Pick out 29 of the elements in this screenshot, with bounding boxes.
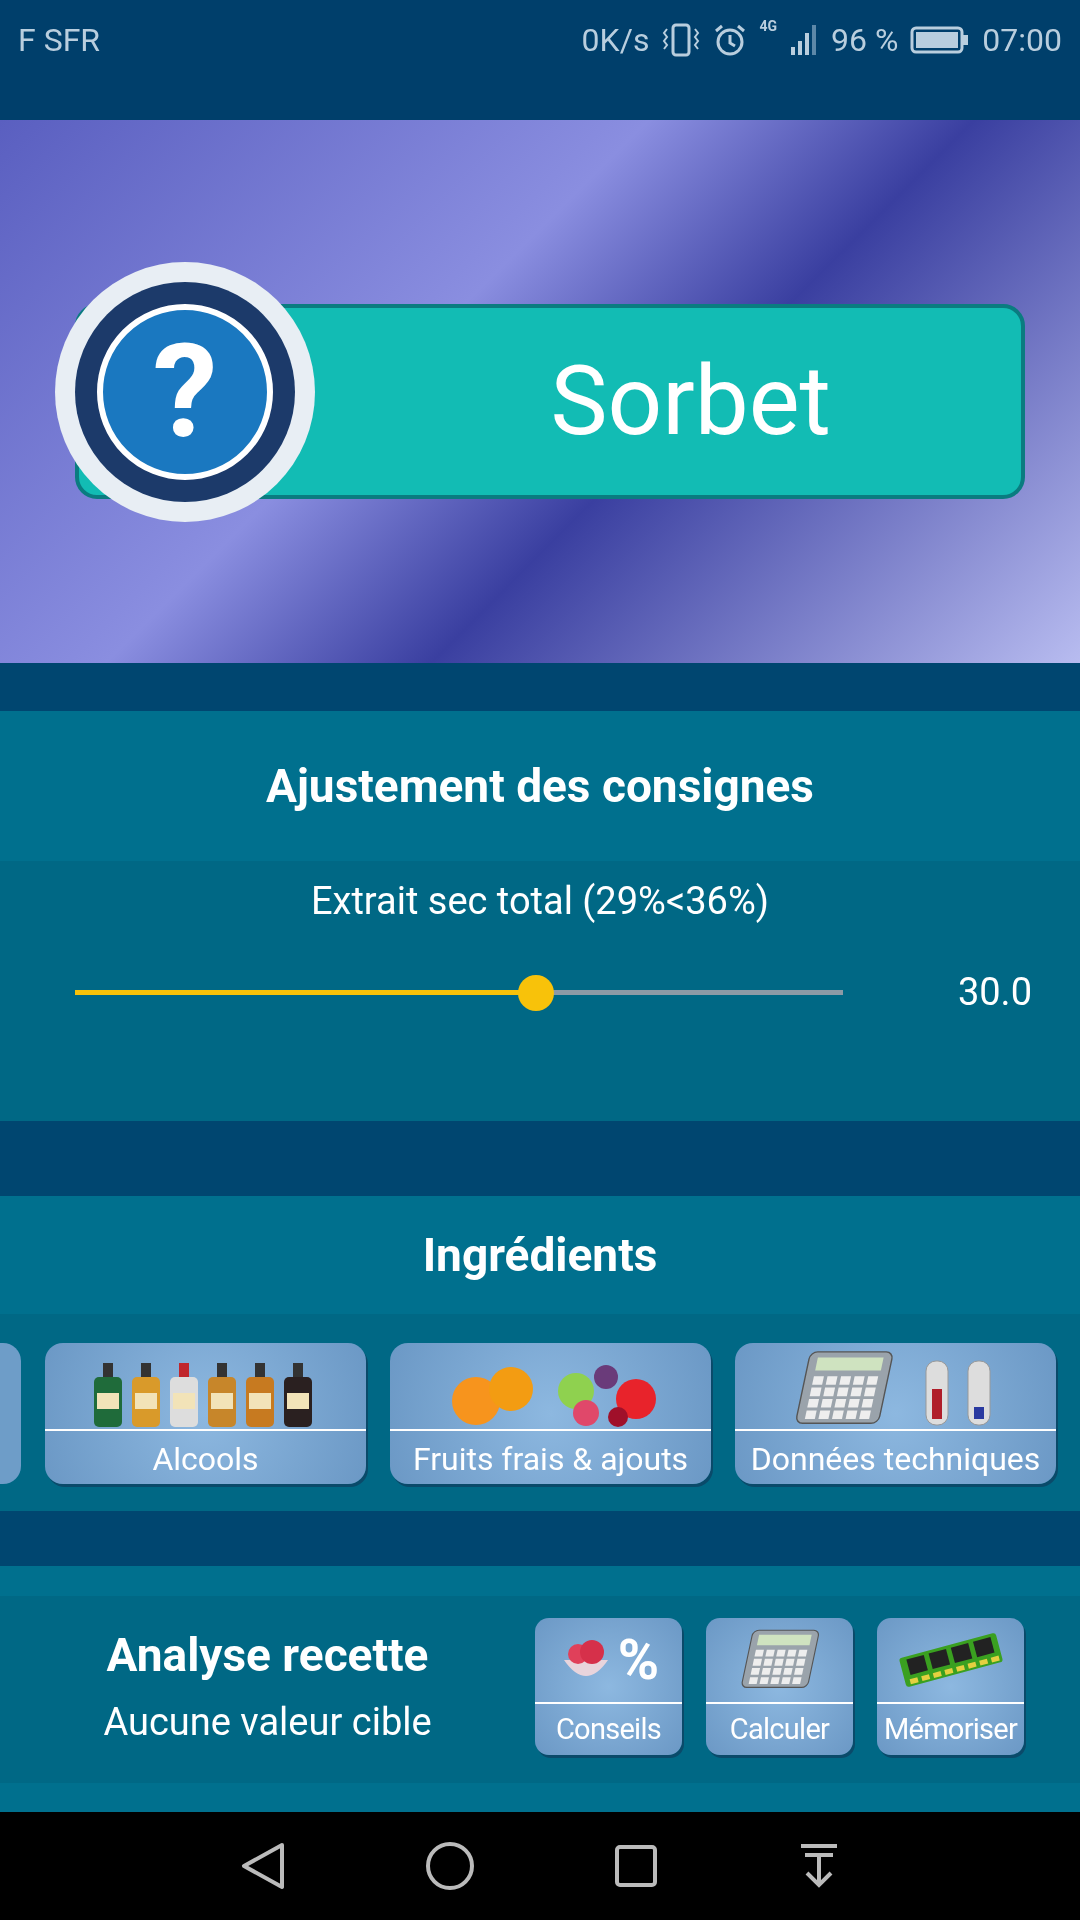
action-button[interactable]: Calculer <box>706 1617 853 1755</box>
vibrate-icon <box>661 23 702 57</box>
analysis-status: Aucune valeur cible <box>103 1699 432 1746</box>
slider-label: Extrait sec total (29%<36%) <box>311 878 769 925</box>
network-type: 4G <box>759 17 777 36</box>
battery-percent: 96 % <box>830 20 899 61</box>
recents-icon[interactable] <box>613 1844 658 1888</box>
action-button[interactable]: % Conseils <box>535 1617 682 1755</box>
battery-icon <box>910 25 971 55</box>
signal-icon <box>788 23 819 57</box>
network-speed: 0K/s <box>581 20 650 61</box>
back-icon[interactable] <box>239 1841 286 1891</box>
action-button[interactable]: Mémoriser <box>877 1617 1024 1755</box>
question-mark: ? <box>152 326 218 457</box>
clock-time: 07:00 <box>982 20 1062 61</box>
home-icon[interactable] <box>424 1841 475 1891</box>
category-tile[interactable]: Alcools <box>45 1343 366 1484</box>
analysis-title: Analyse recette <box>106 1627 429 1684</box>
slider-value: 30.0 <box>957 969 1032 1016</box>
section-title: Ajustement des consignes <box>266 757 814 815</box>
category-tile[interactable]: Données techniques <box>735 1343 1056 1484</box>
banner-title: Sorbet <box>550 353 831 449</box>
percent-symbol: % <box>617 1631 660 1688</box>
alarm-icon <box>713 23 748 57</box>
section-title: Ingrédients <box>422 1226 658 1284</box>
slider-thumb[interactable] <box>517 974 554 1011</box>
carrier-name: F SFR <box>18 20 101 61</box>
slider[interactable] <box>75 974 843 1011</box>
category-tile[interactable]: Fruits frais & ajouts <box>390 1343 711 1484</box>
